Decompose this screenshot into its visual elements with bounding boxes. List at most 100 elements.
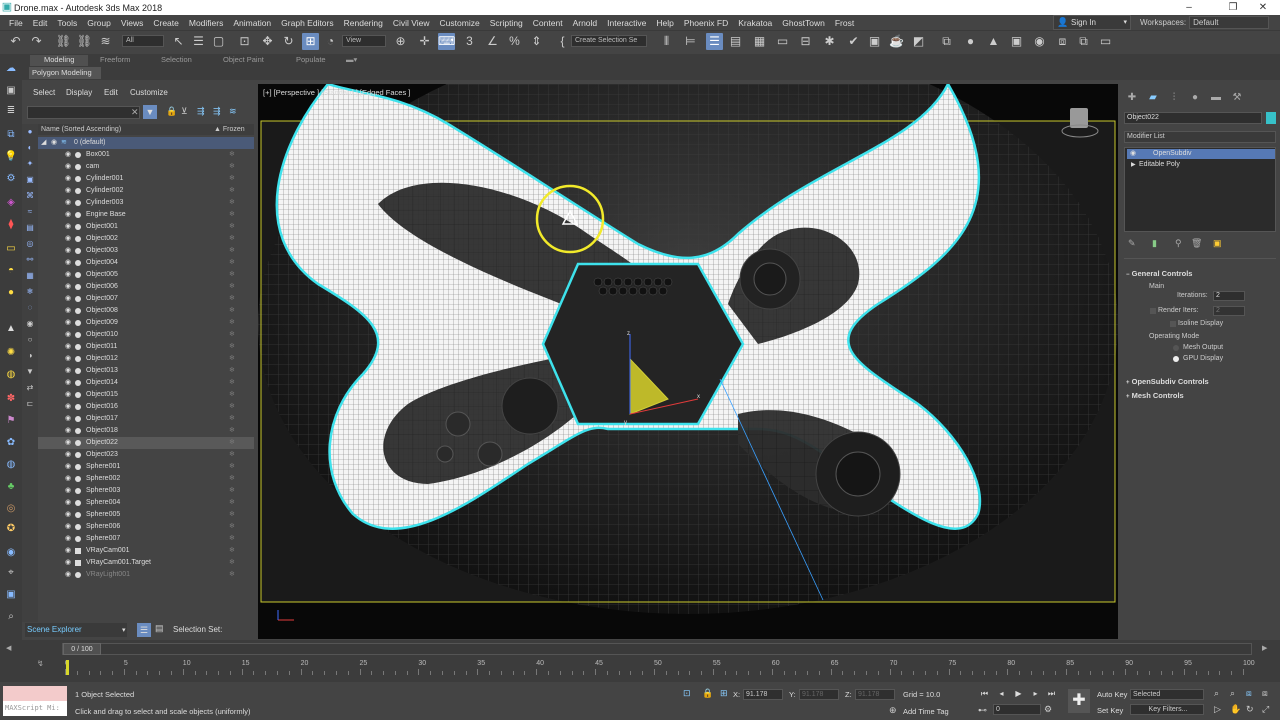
fov-icon[interactable]: ▷	[1214, 704, 1221, 715]
visibility-eye-icon[interactable]: ◉	[65, 245, 71, 257]
pyramid-icon[interactable]: ▲	[4, 322, 18, 336]
freeze-toggle-icon[interactable]: ❄	[229, 509, 235, 521]
scene-item-object003[interactable]: ◉ Object003 ❄	[38, 245, 254, 257]
layer-explorer-toggle-icon[interactable]: ☰	[137, 623, 151, 637]
shell-icon[interactable]: ✪	[4, 522, 18, 536]
eye-icon[interactable]: ◉	[1130, 149, 1136, 159]
scene-menu-select[interactable]: Select	[33, 88, 55, 97]
display-invert-icon[interactable]: ◑	[24, 350, 36, 361]
zoom-all-icon[interactable]: ⌕	[1230, 688, 1235, 699]
render-production-icon[interactable]: ☕	[888, 33, 905, 50]
freeze-toggle-icon[interactable]: ❄	[229, 401, 235, 413]
container-icon[interactable]: ▣	[4, 588, 18, 602]
search-icon[interactable]: ⌕	[4, 610, 18, 624]
display-all-icon[interactable]: ◉	[24, 318, 36, 329]
pan-icon[interactable]: ✋	[1230, 704, 1241, 715]
ribbon-tab-modeling[interactable]: Modeling	[30, 55, 89, 66]
unlink-icon[interactable]: ⛓	[76, 33, 93, 50]
vray-fur-icon[interactable]: ⧈	[1054, 33, 1071, 50]
curve-editor-mini-icon[interactable]: ↯	[37, 659, 44, 668]
display-cameras-icon[interactable]: ▣	[24, 174, 36, 185]
layers-icon[interactable]: ▤	[155, 623, 164, 634]
vray-proxy-icon[interactable]: ▣	[1008, 33, 1025, 50]
absolute-mode-icon[interactable]: ⊞	[720, 688, 728, 699]
z-coordinate-field[interactable]: 91.178	[855, 689, 895, 700]
toggle-layer-explorer-icon[interactable]: ▤	[727, 33, 744, 50]
object-color-swatch[interactable]	[1266, 112, 1276, 124]
display-children-icon[interactable]: ⊻	[181, 106, 188, 117]
scene-item-object014[interactable]: ◉ Object014 ❄	[38, 377, 254, 389]
show-end-result-icon[interactable]: ▮	[1152, 238, 1157, 249]
freeze-toggle-icon[interactable]: ❄	[229, 269, 235, 281]
configure-modifier-sets-icon[interactable]: ▣	[1213, 238, 1222, 249]
visibility-eye-icon[interactable]: ◉	[65, 557, 71, 569]
visibility-eye-icon[interactable]: ◉	[65, 401, 71, 413]
current-frame-marker[interactable]	[66, 660, 69, 675]
time-slider[interactable]: 0 / 100	[62, 643, 1252, 655]
ribbon-tab-selection[interactable]: Selection	[161, 55, 192, 66]
x-coordinate-field[interactable]: 91.178	[743, 689, 783, 700]
isolate-selection-icon[interactable]: ⊡	[683, 688, 691, 699]
create-panel-icon[interactable]: ▣	[4, 84, 18, 98]
timeline-next-icon[interactable]: ▶	[1262, 644, 1267, 652]
freeze-toggle-icon[interactable]: ❄	[229, 197, 235, 209]
freeze-toggle-icon[interactable]: ❄	[229, 365, 235, 377]
material-editor-icon[interactable]: ✱	[821, 33, 838, 50]
manipulator-icon[interactable]: ⌖	[4, 566, 18, 580]
pivot-center-icon[interactable]: ⊕	[392, 33, 409, 50]
scene-item-object012[interactable]: ◉ Object012 ❄	[38, 353, 254, 365]
scene-item-sphere002[interactable]: ◉ Sphere002 ❄	[38, 473, 254, 485]
freeze-toggle-icon[interactable]: ❄	[229, 293, 235, 305]
freeze-toggle-icon[interactable]: ❄	[229, 389, 235, 401]
freeze-toggle-icon[interactable]: ❄	[229, 353, 235, 365]
visibility-eye-icon[interactable]: ◉	[65, 161, 71, 173]
display-spacewarps-icon[interactable]: ≈	[24, 206, 36, 217]
isoline-display-checkbox[interactable]	[1170, 321, 1176, 327]
freeze-toggle-icon[interactable]: ❄	[229, 461, 235, 473]
sun-icon[interactable]: ✺	[4, 346, 18, 360]
rendered-frame-window-icon[interactable]: ▣	[866, 33, 883, 50]
redo-icon[interactable]: ↷	[28, 33, 45, 50]
zoom-extents-icon[interactable]: ⧈	[1246, 688, 1252, 699]
menu-edit[interactable]: Edit	[28, 18, 53, 28]
orbit-icon[interactable]: ↻	[1246, 704, 1254, 715]
scene-item-sphere004[interactable]: ◉ Sphere004 ❄	[38, 497, 254, 509]
freeze-toggle-icon[interactable]: ❄	[229, 425, 235, 437]
scene-menu-edit[interactable]: Edit	[104, 88, 118, 97]
list-icon[interactable]: ≣	[4, 104, 18, 118]
scene-item-cylinder001[interactable]: ◉ Cylinder001 ❄	[38, 173, 254, 185]
spinner-snap-icon[interactable]: ⇕	[528, 33, 545, 50]
display-shapes-icon[interactable]: ◐	[24, 142, 36, 153]
visibility-eye-icon[interactable]: ◉	[65, 497, 71, 509]
freeze-toggle-icon[interactable]: ❄	[229, 533, 235, 545]
menu-graph-editors[interactable]: Graph Editors	[276, 18, 338, 28]
scene-explorer-dropdown[interactable]: Scene Explorer	[25, 623, 127, 637]
selection-filter-dropdown[interactable]: All	[122, 35, 164, 47]
select-dependents-icon[interactable]: ⊏	[24, 398, 36, 409]
visibility-eye-icon[interactable]: ◉	[65, 377, 71, 389]
visibility-eye-icon[interactable]: ◉	[65, 545, 71, 557]
menu-interactive[interactable]: Interactive	[602, 18, 651, 28]
menu-frost[interactable]: Frost	[830, 18, 859, 28]
display-groups-icon[interactable]: ▤	[24, 222, 36, 233]
maxscript-listener-input[interactable]	[3, 686, 67, 701]
scene-item-object009[interactable]: ◉ Object009 ❄	[38, 317, 254, 329]
freeze-toggle-icon[interactable]: ❄	[229, 233, 235, 245]
camera-icon[interactable]: ⚙	[4, 172, 18, 186]
freeze-toggle-icon[interactable]: ❄	[229, 545, 235, 557]
scene-item-object023[interactable]: ◉ Object023 ❄	[38, 449, 254, 461]
motion-tab-icon[interactable]: ●	[1188, 91, 1202, 105]
render-iters-spinner[interactable]: 2	[1213, 306, 1245, 316]
next-frame-icon[interactable]: ▸	[1029, 687, 1042, 700]
scene-item-vraycam001[interactable]: ◉ VRayCam001 ❄	[38, 545, 254, 557]
workspace-dropdown[interactable]: Default	[1189, 16, 1270, 29]
menu-arnold[interactable]: Arnold	[568, 18, 603, 28]
freeze-toggle-icon[interactable]: ❄	[229, 485, 235, 497]
foliage-icon[interactable]: ♣	[4, 480, 18, 494]
visibility-eye-icon[interactable]: ◉	[65, 173, 71, 185]
visibility-eye-icon[interactable]: ◉	[65, 533, 71, 545]
create-tab-icon[interactable]: ✚	[1125, 91, 1139, 105]
visibility-eye-icon[interactable]: ◉	[65, 365, 71, 377]
menu-tools[interactable]: Tools	[52, 18, 82, 28]
set-key-button[interactable]: ✚	[1068, 689, 1090, 713]
